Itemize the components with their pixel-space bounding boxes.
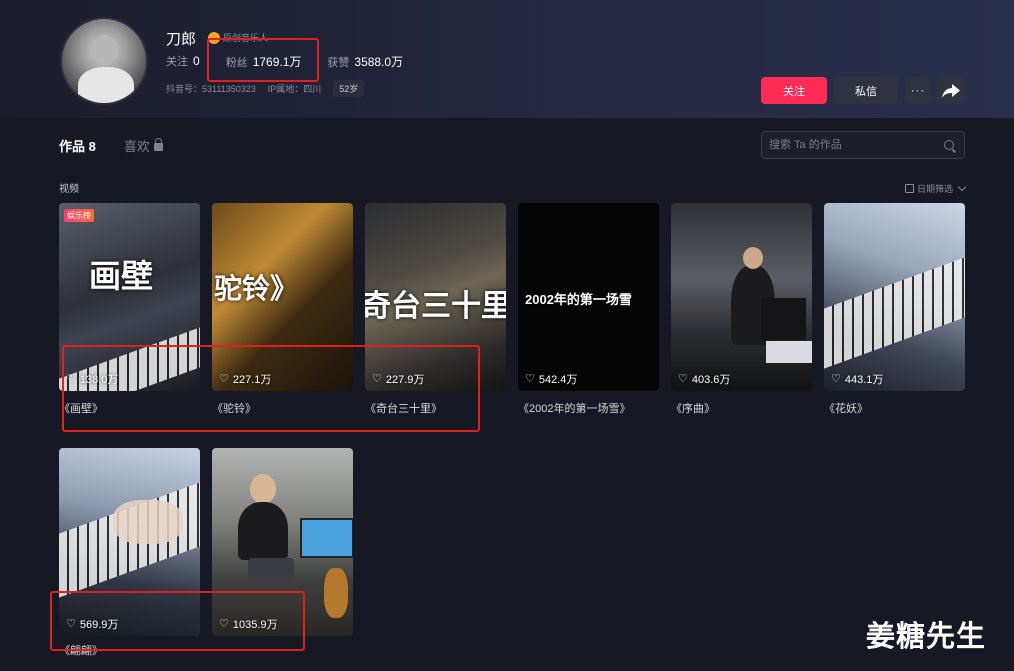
highlight-box-row2 <box>50 591 305 651</box>
annotation-layer <box>50 38 480 651</box>
watermark: 姜糖先生 <box>866 621 987 653</box>
highlight-box-followers <box>207 38 319 82</box>
highlight-box-row1 <box>62 345 480 432</box>
